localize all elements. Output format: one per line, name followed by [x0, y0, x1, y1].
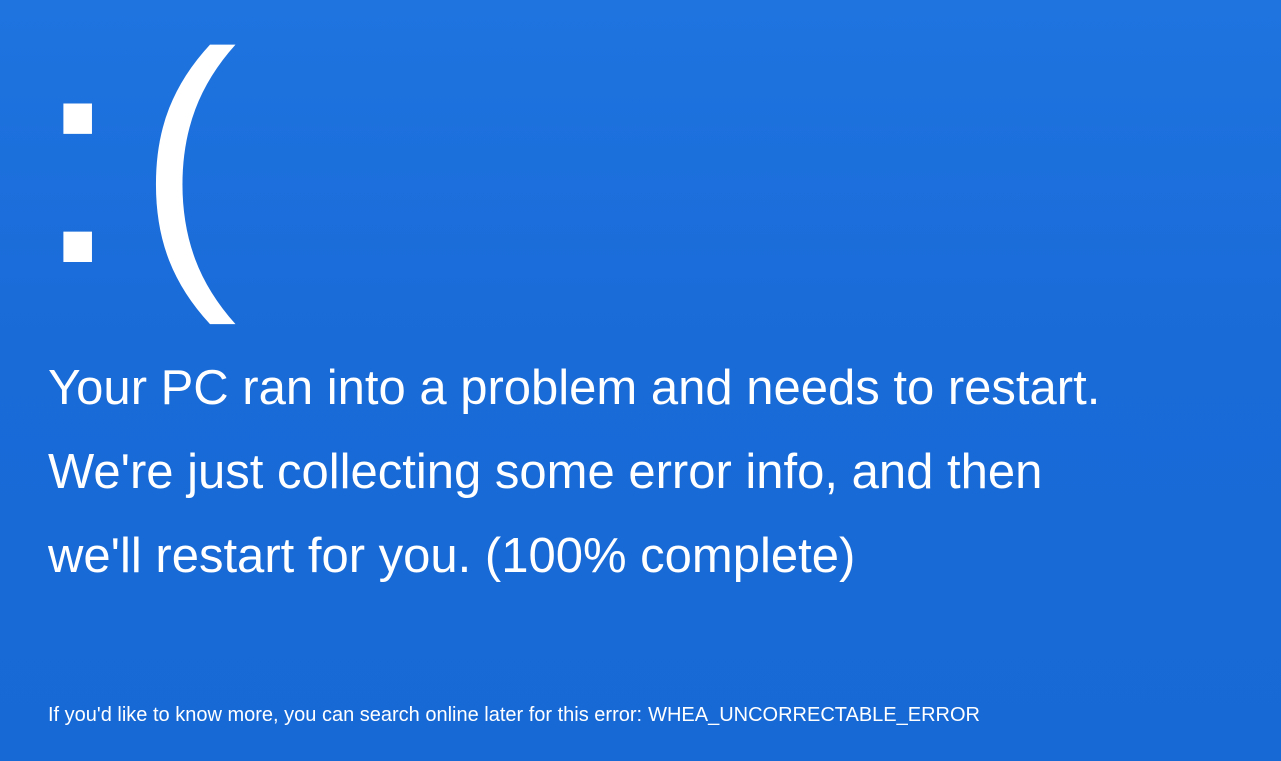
blue-screen-of-death: :( Your PC ran into a problem and needs …	[0, 0, 1281, 761]
sad-face-icon: :(	[36, 0, 256, 326]
stop-code: WHEA_UNCORRECTABLE_ERROR	[648, 704, 980, 726]
message-line-1: Your PC ran into a problem and needs to …	[48, 361, 1101, 415]
error-message: Your PC ran into a problem and needs to …	[48, 346, 1258, 598]
message-line-2: We're just collecting some error info, a…	[48, 445, 1043, 499]
footer-text: If you'd like to know more, you can sear…	[48, 704, 643, 726]
message-line-3: we'll restart for you. (100% complete)	[48, 529, 856, 583]
footer-info: If you'd like to know more, you can sear…	[48, 701, 980, 729]
